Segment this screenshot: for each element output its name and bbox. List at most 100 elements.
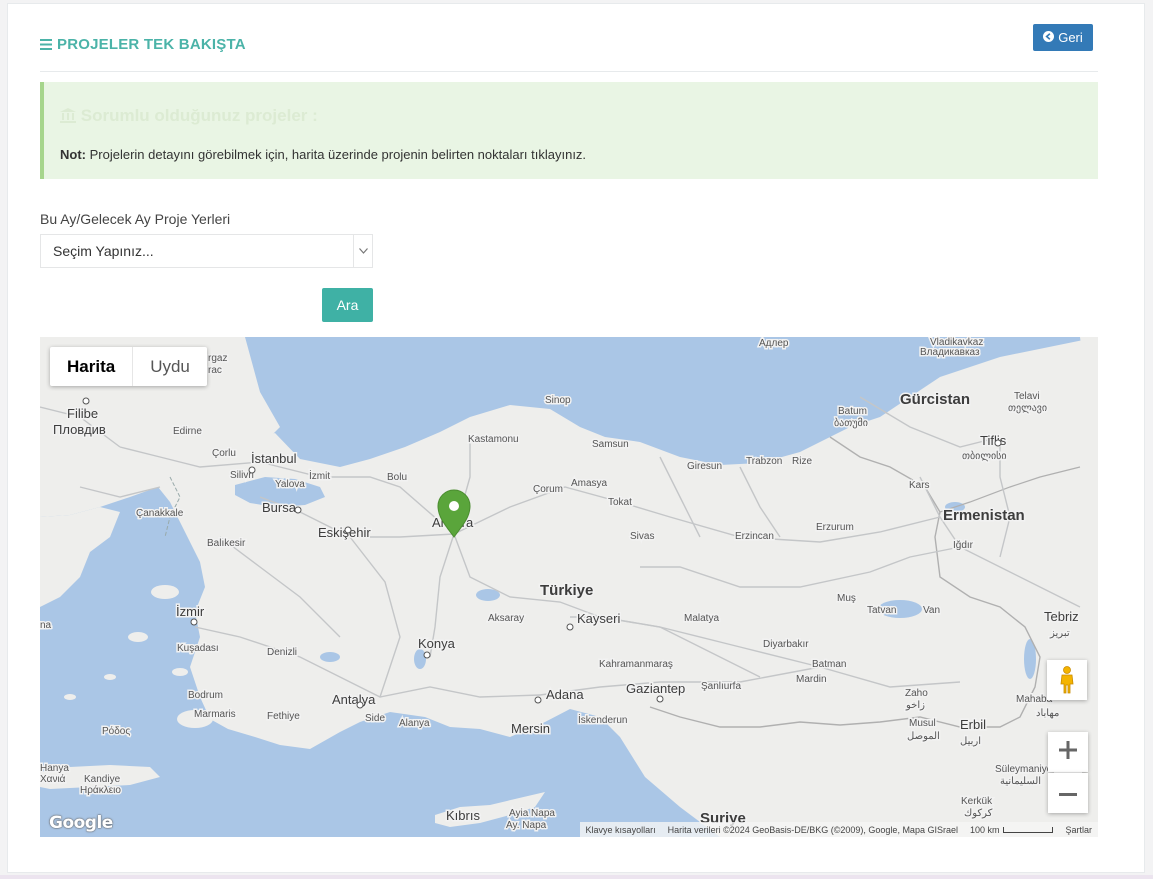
- map-label-bursa: Bursa: [262, 500, 297, 515]
- map-label-kerkuk: Kerkük: [961, 796, 993, 807]
- pegman-icon[interactable]: [1047, 660, 1087, 700]
- map-label-hanya: Hanya: [40, 763, 69, 774]
- map-label-erbil: Erbil: [960, 717, 986, 732]
- map-label-kibris: Kıbrıs: [446, 808, 480, 823]
- map-label-iskenderun: İskenderun: [578, 713, 627, 726]
- terms-link[interactable]: Şartlar: [1065, 825, 1092, 835]
- map-label-gaziantep: Gaziantep: [626, 681, 685, 696]
- project-locations-label: Bu Ay/Gelecek Ay Proje Yerleri: [40, 211, 231, 227]
- map-label-kars: Kars: [909, 480, 930, 491]
- map-label-giresun: Giresun: [687, 461, 722, 472]
- map-label-kandiye: Kandiye: [84, 774, 121, 785]
- zoom-out-button[interactable]: [1048, 773, 1088, 813]
- map-label-ermenistan: Ermenistan: [943, 507, 1025, 524]
- notice-heading-text: Sorumlu olduğunuz projeler :: [80, 106, 318, 125]
- map-label-malatya: Malatya: [684, 613, 719, 624]
- page-title: PROJELER TEK BAKIŞTA: [40, 36, 246, 54]
- map-attribution: Klavye kısayolları Harita verileri ©2024…: [579, 822, 1098, 837]
- map-label-erzincan: Erzincan: [735, 531, 774, 542]
- map-label-kastamonu: Kastamonu: [468, 434, 519, 445]
- map-label-suleymaniye: Süleymaniye: [995, 764, 1053, 775]
- map-label-mus: Muş: [837, 593, 856, 604]
- map-label-tokat: Tokat: [608, 497, 632, 508]
- map-label-canakkale: Çanakkale: [136, 508, 184, 519]
- page-header: PROJELER TEK BAKIŞTA Geri: [40, 24, 1098, 72]
- page-bottom-strip: [0, 875, 1153, 879]
- zoom-in-button[interactable]: [1048, 732, 1088, 772]
- minus-icon: [1059, 784, 1077, 802]
- map-label-erzurum: Erzurum: [816, 522, 854, 533]
- map-label-trac: rac: [208, 365, 222, 376]
- map-label-batum: Batum: [838, 406, 867, 417]
- map-label-konya: Konya: [418, 636, 456, 651]
- map-label-aksaray: Aksaray: [488, 613, 524, 624]
- map-canvas: Türkiye Gürcistan Ermenistan Suriye İsta…: [40, 337, 1098, 837]
- map-label-denizli: Denizli: [267, 647, 297, 658]
- map-label-batman: Batman: [812, 659, 846, 670]
- map-label-kusadasi: Kuşadası: [177, 643, 219, 654]
- map-label-gurcistan: Gürcistan: [900, 391, 970, 408]
- map-label-diyarbakir: Diyarbakır: [763, 639, 809, 650]
- map-label-yalova: Yalova: [275, 479, 305, 490]
- page-title-text: PROJELER TEK BAKIŞTA: [57, 36, 246, 53]
- map-label-filibe: Filibe: [67, 406, 98, 421]
- map-label-van: Van: [923, 605, 940, 616]
- map-label-tebriz-fa: تبریز: [1049, 628, 1070, 639]
- map-label-adler: Адлер: [759, 338, 789, 349]
- map-label-sinop: Sinop: [545, 395, 571, 406]
- map-label-corum: Çorum: [533, 484, 563, 495]
- map-label-tiflis-ka: თბილისი: [962, 450, 1007, 462]
- map-scale-label: 100 km: [969, 824, 1000, 835]
- map-label-fethiye: Fethiye: [267, 711, 300, 722]
- map-label-izmir: İzmir: [176, 604, 205, 619]
- map-label-adana: Adana: [546, 687, 584, 702]
- map-label-tebriz: Tebriz: [1044, 609, 1079, 624]
- map-label-trabzon: Trabzon: [746, 456, 782, 467]
- plus-icon: [1059, 740, 1077, 764]
- map-label-rodos: Ρόδος: [102, 725, 130, 737]
- map-label-bolu: Bolu: [387, 472, 407, 483]
- keyboard-shortcuts-link[interactable]: Klavye kısayolları: [586, 825, 656, 835]
- map-data-attribution: Harita verileri ©2024 GeoBasis-DE/BKG (©…: [667, 824, 958, 835]
- select-value: Seçim Yapınız...: [53, 243, 154, 259]
- map-label-tatvan: Tatvan: [867, 605, 896, 616]
- google-logo: Google: [49, 813, 113, 833]
- map-label-ay-napa: Ay. Napa: [506, 820, 547, 831]
- map-label-musul-ar: الموصل: [907, 731, 940, 742]
- map-label-corlu: Çorlu: [212, 448, 236, 459]
- map-label-tirgaz: rgaz: [208, 353, 227, 364]
- search-button[interactable]: Ara: [322, 288, 373, 322]
- map-label-na: na: [40, 620, 52, 631]
- back-button[interactable]: Geri: [1033, 24, 1093, 51]
- map-label-erbil-ar: اربيل: [960, 736, 981, 747]
- map-label-rize: Rize: [792, 456, 812, 467]
- map-label-bodrum: Bodrum: [188, 690, 223, 701]
- bank-icon: [60, 106, 81, 125]
- map-label-kayseri: Kayseri: [577, 611, 620, 626]
- map-label-izmit: İzmit: [309, 469, 330, 482]
- arrow-left-icon: [1043, 30, 1055, 45]
- map-label-mardin: Mardin: [796, 674, 827, 685]
- map-type-harita[interactable]: Harita: [50, 347, 132, 386]
- map-label-suleymaniye-ar: السليمانية: [1000, 776, 1041, 787]
- map-label-kerkuk-ar: كركوك: [964, 808, 993, 819]
- map-label-telavi: Telavi: [1014, 391, 1040, 402]
- project-locations-select[interactable]: Seçim Yapınız...: [40, 234, 373, 268]
- map-label-batum-ka: ბათუმი: [834, 417, 868, 429]
- map-label-marmaris: Marmaris: [194, 709, 236, 720]
- map-label-tiflis: Tiflis: [980, 433, 1007, 448]
- map-label-sivas: Sivas: [630, 531, 654, 542]
- map-label-amasya: Amasya: [571, 478, 608, 489]
- map-label-mahabad-fa: مهاباد: [1036, 708, 1059, 719]
- project-map[interactable]: Türkiye Gürcistan Ermenistan Suriye İsta…: [40, 337, 1098, 837]
- map-label-zaho: Zaho: [905, 688, 928, 699]
- map-label-side: Side: [365, 713, 385, 724]
- map-label-ayia-napa: Ayia Napa: [509, 808, 555, 819]
- map-label-mersin: Mersin: [511, 721, 550, 736]
- map-label-istanbul: İstanbul: [251, 451, 297, 466]
- map-label-balikesir: Balıkesir: [207, 538, 246, 549]
- map-type-uydu[interactable]: Uydu: [132, 347, 207, 386]
- map-label-musul: Musul: [909, 718, 936, 729]
- map-label-sanliurfa: Şanlıurfa: [701, 681, 741, 692]
- scale-bar: [1003, 827, 1054, 834]
